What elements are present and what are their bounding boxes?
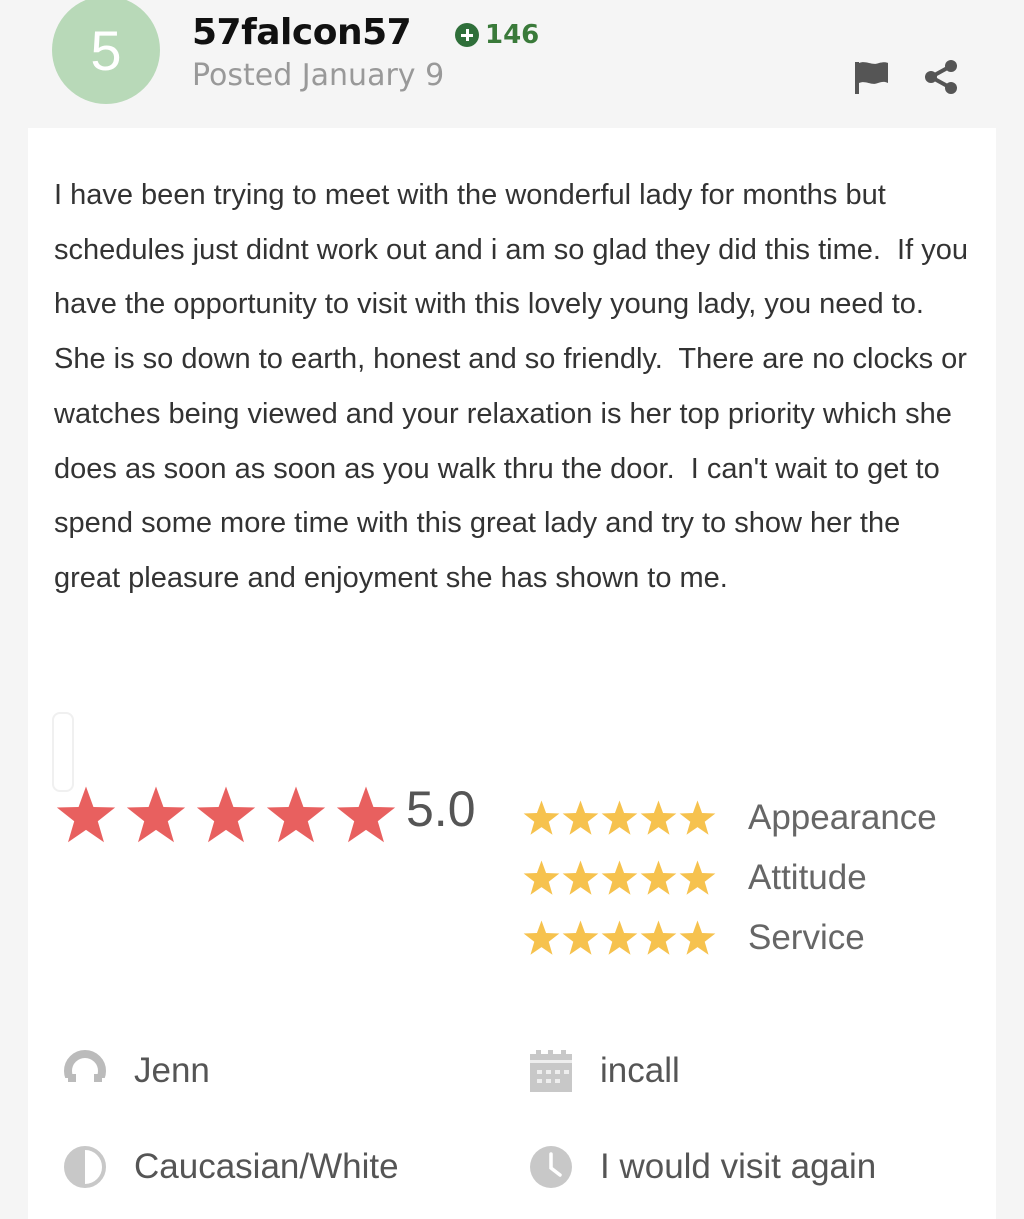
share-icon[interactable] (922, 58, 960, 96)
star-icon (523, 860, 560, 895)
person-icon (62, 1048, 108, 1094)
category-label: Appearance (748, 798, 937, 837)
detail-ethnicity: Caucasian/White (62, 1144, 399, 1190)
calendar-icon (528, 1048, 574, 1094)
username-link[interactable]: 57falcon57 (192, 12, 412, 53)
location-type: incall (600, 1051, 680, 1090)
star-icon (523, 800, 560, 835)
ethnicity: Caucasian/White (134, 1147, 399, 1186)
star-icon (56, 786, 116, 843)
star-icon (562, 860, 599, 895)
star-icon (523, 920, 560, 955)
clock-icon (528, 1144, 574, 1190)
category-label: Service (748, 918, 865, 957)
star-icon (126, 786, 186, 843)
star-icon (679, 800, 716, 835)
posted-date: Posted January 9 (192, 58, 445, 93)
rank-badge: 5 (52, 0, 160, 104)
points-badge: 146 (455, 20, 539, 50)
review-body: I have been trying to meet with the wond… (54, 179, 977, 594)
half-circle-icon (62, 1144, 108, 1190)
overall-star-rating (54, 784, 398, 846)
provider-name: Jenn (134, 1051, 210, 1090)
detail-location: incall (528, 1048, 680, 1094)
star-icon (640, 800, 677, 835)
star-icon (640, 920, 677, 955)
star-icon (601, 800, 638, 835)
star-icon (601, 860, 638, 895)
star-icon (266, 786, 326, 843)
star-icon (562, 920, 599, 955)
star-icon (562, 800, 599, 835)
detail-revisit: I would visit again (528, 1144, 876, 1190)
category-rating-row: Appearance (522, 788, 937, 848)
plus-icon (455, 23, 479, 47)
flag-icon[interactable] (852, 58, 892, 96)
category-stars (522, 919, 748, 957)
review-card: I have been trying to meet with the wond… (28, 128, 996, 1219)
star-icon (679, 860, 716, 895)
star-icon (679, 920, 716, 955)
category-rating-row: Attitude (522, 848, 937, 908)
star-icon (196, 786, 256, 843)
category-rating-row: Service (522, 908, 937, 968)
detail-provider: Jenn (62, 1048, 210, 1094)
category-label: Attitude (748, 858, 867, 897)
faint-placeholder (52, 712, 74, 792)
star-icon (601, 920, 638, 955)
revisit-status: I would visit again (600, 1147, 877, 1186)
points-value: 146 (485, 20, 540, 50)
star-icon (640, 860, 677, 895)
overall-score: 5.0 (406, 781, 476, 837)
category-ratings: Appearance Attitude Service (522, 788, 937, 968)
category-stars (522, 859, 748, 897)
review-header: 5 57falcon57 146 Posted January 9 (0, 0, 1024, 128)
star-icon (336, 786, 396, 843)
category-stars (522, 799, 748, 837)
